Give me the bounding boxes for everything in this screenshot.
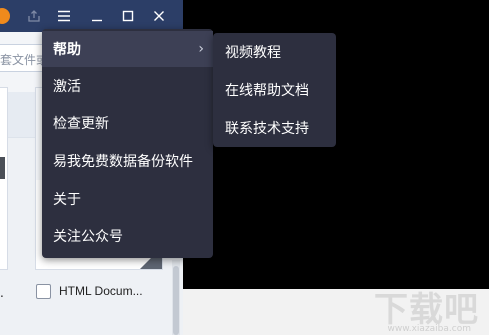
menu-item-help[interactable]: 帮助 › bbox=[42, 31, 213, 67]
help-submenu: 视频教程 在线帮助文档 联系技术支持 bbox=[213, 33, 336, 147]
app-logo bbox=[0, 8, 10, 24]
file-name: HTML Docum... bbox=[59, 284, 143, 298]
submenu-item-contact-support[interactable]: 联系技术支持 bbox=[213, 109, 336, 147]
menu-item-label: 关注公众号 bbox=[53, 229, 123, 246]
submenu-item-label: 联系技术支持 bbox=[225, 121, 309, 137]
submenu-item-label: 视频教程 bbox=[225, 45, 281, 61]
export-icon[interactable] bbox=[23, 5, 45, 27]
menu-item-label: 易我免费数据备份软件 bbox=[53, 153, 193, 170]
menu-item-follow-account[interactable]: 关注公众号 bbox=[42, 217, 213, 255]
menu-item-free-backup[interactable]: 易我免费数据备份软件 bbox=[42, 142, 213, 180]
file-card-left-label: . bbox=[0, 286, 4, 300]
hamburger-menu-icon[interactable] bbox=[53, 5, 75, 27]
menu-item-activate[interactable]: 激活 bbox=[42, 67, 213, 105]
submenu-item-video-tutorial[interactable]: 视频教程 bbox=[213, 33, 336, 71]
maximize-icon[interactable] bbox=[117, 5, 139, 27]
menu-item-about[interactable]: 关于 bbox=[42, 180, 213, 218]
close-icon[interactable] bbox=[148, 5, 170, 27]
menu-item-label: 帮助 bbox=[53, 42, 81, 58]
title-bar bbox=[0, 0, 183, 32]
file-card-left-tag bbox=[0, 157, 5, 179]
main-menu: 帮助 › 激活 检查更新 易我免费数据备份软件 关于 关注公众号 bbox=[42, 29, 213, 258]
bottom-band: 下载吧 www.xiazaiba.com bbox=[183, 289, 489, 335]
menu-item-check-updates[interactable]: 检查更新 bbox=[42, 105, 213, 143]
submenu-item-online-help[interactable]: 在线帮助文档 bbox=[213, 71, 336, 109]
minimize-icon[interactable] bbox=[86, 5, 108, 27]
chevron-right-icon: › bbox=[198, 41, 204, 57]
menu-item-label: 检查更新 bbox=[53, 116, 109, 133]
search-placeholder: 套文件或 bbox=[0, 53, 49, 67]
menu-item-label: 激活 bbox=[53, 78, 81, 95]
watermark-url: www.xiazaiba.com bbox=[387, 324, 471, 334]
submenu-item-label: 在线帮助文档 bbox=[225, 83, 309, 99]
menu-item-label: 关于 bbox=[53, 191, 81, 208]
scrollbar-thumb[interactable] bbox=[173, 266, 179, 335]
file-checkbox[interactable] bbox=[36, 284, 51, 299]
